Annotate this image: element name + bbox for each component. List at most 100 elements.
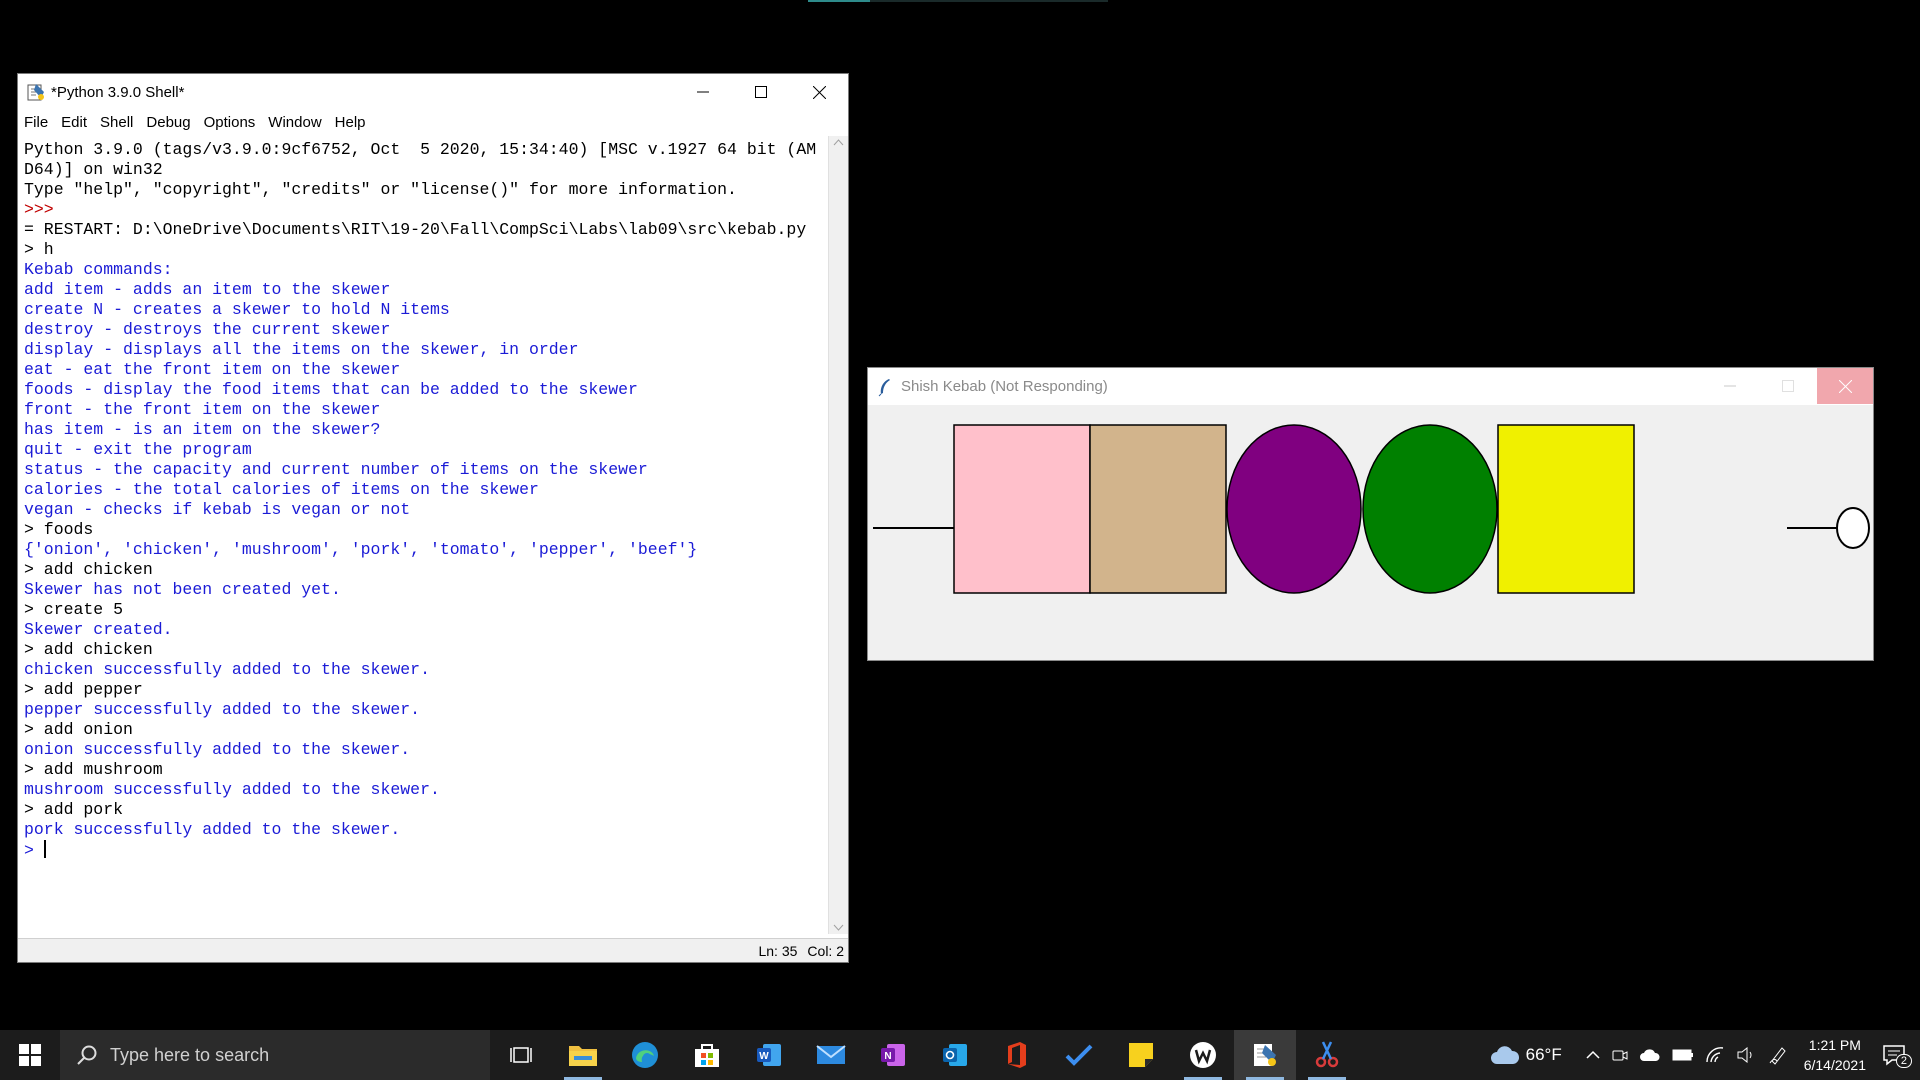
windows-logo-icon <box>19 1044 41 1066</box>
taskbar-store[interactable] <box>676 1030 738 1080</box>
taskbar-onenote[interactable]: N <box>862 1030 924 1080</box>
maximize-button[interactable] <box>732 74 790 110</box>
shell-output-line: display - displays all the items on the … <box>24 340 579 359</box>
camera-icon <box>1612 1050 1628 1061</box>
word-icon: W <box>757 1044 781 1066</box>
menu-help[interactable]: Help <box>335 114 366 131</box>
top-accent-bar <box>808 0 1108 2</box>
close-icon <box>812 85 826 99</box>
shell-input-line: > add chicken <box>24 640 153 659</box>
idle-titlebar[interactable]: *Python 3.9.0 Shell* <box>18 74 848 110</box>
taskbar-office[interactable] <box>986 1030 1048 1080</box>
line-number: Ln: 35 <box>758 942 798 959</box>
taskbar-wattpad[interactable] <box>1172 1030 1234 1080</box>
kebab-close-button[interactable] <box>1817 368 1873 404</box>
taskbar-file-explorer[interactable] <box>552 1030 614 1080</box>
shell-output-line: destroy - destroys the current skewer <box>24 320 391 339</box>
kebab-titlebar[interactable]: Shish Kebab (Not Responding) <box>868 368 1873 405</box>
taskbar-snipping-tool[interactable] <box>1296 1030 1358 1080</box>
menu-window[interactable]: Window <box>268 114 321 131</box>
menu-debug[interactable]: Debug <box>146 114 190 131</box>
maximize-icon <box>755 86 767 98</box>
shell-output-line: pork successfully added to the skewer. <box>24 820 401 839</box>
kebab-maximize-button[interactable] <box>1759 368 1817 404</box>
shell-output-line: foods - display the food items that can … <box>24 380 638 399</box>
kebab-minimize-button[interactable] <box>1701 368 1759 404</box>
kebab-canvas <box>873 424 1870 594</box>
shell-output-line: chicken successfully added to the skewer… <box>24 660 430 679</box>
todo-icon <box>1065 1044 1093 1066</box>
idle-menubar: File Edit Shell Debug Options Window Hel… <box>18 110 848 135</box>
show-hidden-icons-button[interactable] <box>1586 1050 1600 1060</box>
close-button[interactable] <box>790 74 848 110</box>
python-idle-icon <box>1254 1044 1276 1066</box>
taskbar: Type here to search W N 66°F 1:21 PM 6/1… <box>0 1030 1920 1080</box>
vertical-scrollbar[interactable] <box>828 136 848 934</box>
shell-prompt: >>> <box>24 200 64 219</box>
taskbar-outlook[interactable] <box>924 1030 986 1080</box>
current-prompt: > <box>24 841 44 860</box>
idle-shell-window: *Python 3.9.0 Shell* File Edit Shell Deb… <box>17 73 849 963</box>
tray-battery[interactable] <box>1672 1049 1694 1061</box>
clock-date: 6/14/2021 <box>1803 1057 1866 1073</box>
weather-temperature: 66°F <box>1525 1045 1562 1064</box>
shell-output-line: Skewer created. <box>24 620 173 639</box>
tray-onedrive[interactable] <box>1639 1048 1660 1062</box>
start-button[interactable] <box>0 1030 60 1080</box>
menu-file[interactable]: File <box>24 114 48 131</box>
shell-text-area[interactable]: Python 3.9.0 (tags/v3.9.0:9cf6752, Oct 5… <box>18 136 830 934</box>
search-placeholder: Type here to search <box>110 1044 270 1065</box>
edge-icon <box>632 1042 658 1068</box>
taskbar-sticky-notes[interactable] <box>1110 1030 1172 1080</box>
onedrive-cloud-icon <box>1639 1049 1660 1061</box>
weather-widget[interactable]: 66°F <box>1490 1044 1574 1066</box>
banner-line: Python 3.9.0 (tags/v3.9.0:9cf6752, Oct 5… <box>24 140 817 159</box>
minimize-icon <box>697 91 709 93</box>
feather-icon <box>878 378 890 396</box>
notification-count: 2 <box>1895 1054 1912 1068</box>
shell-input-line: > add mushroom <box>24 760 163 779</box>
taskbar-clock[interactable]: 1:21 PM 6/14/2021 <box>1804 1035 1866 1075</box>
menu-options[interactable]: Options <box>204 114 256 131</box>
menu-edit[interactable]: Edit <box>61 114 87 131</box>
taskbar-python-idle[interactable] <box>1234 1030 1296 1080</box>
system-tray: 66°F 1:21 PM 6/14/2021 2 <box>1484 1030 1920 1080</box>
shell-output-line: has item - is an item on the skewer? <box>24 420 381 439</box>
speaker-icon <box>1737 1047 1752 1063</box>
tray-pen[interactable] <box>1768 1045 1788 1065</box>
notification-center-button[interactable]: 2 <box>1882 1044 1912 1068</box>
tray-volume[interactable] <box>1736 1047 1756 1063</box>
task-view-icon <box>510 1047 532 1063</box>
minimize-button[interactable] <box>674 74 732 110</box>
taskbar-edge[interactable] <box>614 1030 676 1080</box>
kebab-item-oval <box>1362 424 1498 594</box>
shell-output-line: Kebab commands: <box>24 260 173 279</box>
idle-statusbar: Ln: 35 Col: 2 <box>18 938 848 962</box>
taskbar-todo[interactable] <box>1048 1030 1110 1080</box>
scroll-up-icon[interactable] <box>833 138 844 148</box>
shell-output-line: eat - eat the front item on the skewer <box>24 360 401 379</box>
mail-icon <box>816 1045 846 1064</box>
maximize-icon <box>1782 380 1794 392</box>
sticky-notes-icon <box>1129 1043 1153 1067</box>
shell-output-line: quit - exit the program <box>24 440 252 459</box>
python-idle-icon <box>27 84 44 101</box>
kebab-item-rect <box>1089 424 1227 594</box>
shell-input-line: > add chicken <box>24 560 153 579</box>
shell-input-line: > add onion <box>24 720 133 739</box>
restart-line: = RESTART: D:\OneDrive\Documents\RIT\19-… <box>24 220 807 239</box>
outlook-icon <box>943 1044 967 1066</box>
tray-wifi[interactable] <box>1706 1047 1724 1063</box>
scroll-down-icon[interactable] <box>833 922 844 932</box>
kebab-window-title: Shish Kebab (Not Responding) <box>901 378 1108 395</box>
idle-window-title: *Python 3.9.0 Shell* <box>51 83 185 101</box>
taskbar-word[interactable]: W <box>738 1030 800 1080</box>
kebab-window: Shish Kebab (Not Responding) <box>867 367 1874 661</box>
taskbar-search-box[interactable]: Type here to search <box>60 1030 490 1080</box>
taskbar-mail[interactable] <box>800 1030 862 1080</box>
close-icon <box>1838 379 1852 393</box>
tray-meet-now[interactable] <box>1612 1047 1628 1063</box>
file-explorer-icon <box>569 1046 597 1066</box>
menu-shell[interactable]: Shell <box>100 114 133 131</box>
task-view-button[interactable] <box>490 1030 552 1080</box>
